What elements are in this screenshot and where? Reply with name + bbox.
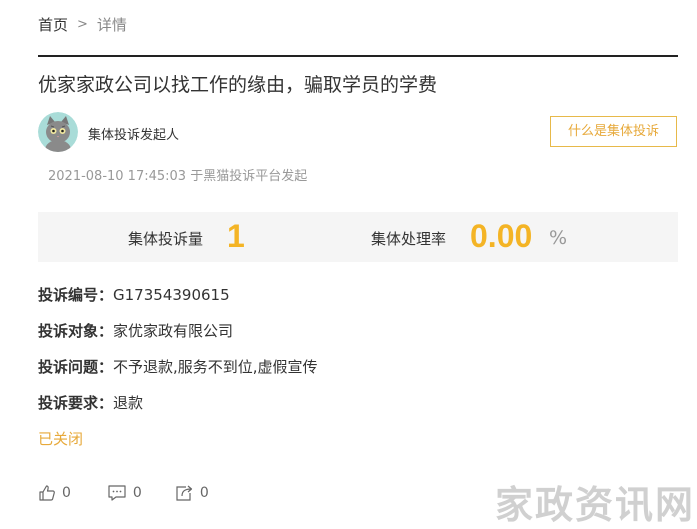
detail-complaint-id: 投诉编号：G17354390615 xyxy=(38,284,230,305)
watermark: 家政资讯网 xyxy=(494,483,695,527)
detail-value: G17354390615 xyxy=(113,286,230,304)
comment-button[interactable]: 0 xyxy=(107,484,142,502)
detail-key: 投诉问题： xyxy=(38,358,114,376)
detail-complaint-issue: 投诉问题：不予退款,服务不到位,虚假宣传 xyxy=(38,356,318,377)
detail-complaint-target: 投诉对象：家优家政有限公司 xyxy=(38,320,233,341)
comment-count: 0 xyxy=(132,485,142,501)
page-title: 优家家政公司以找工作的缘由，骗取学员的学费 xyxy=(38,74,438,96)
detail-complaint-demand: 投诉要求：退款 xyxy=(38,392,143,413)
breadcrumb-current: 详情 xyxy=(96,16,127,34)
handling-rate-unit: % xyxy=(549,227,568,249)
handling-rate-label: 集体处理率 xyxy=(371,230,447,248)
share-count: 0 xyxy=(199,485,209,501)
avatar xyxy=(38,112,78,152)
publish-meta: 2021-08-10 17:45:03 于黑猫投诉平台发起 xyxy=(48,169,308,184)
comment-icon xyxy=(108,485,126,501)
action-bar: 0 0 0 xyxy=(38,484,229,502)
title-divider xyxy=(38,55,678,57)
complaint-count-label: 集体投诉量 xyxy=(128,230,204,248)
complaint-count-value: 1 xyxy=(227,218,245,254)
breadcrumb-separator: > xyxy=(77,17,88,32)
detail-key: 投诉要求： xyxy=(38,394,114,412)
detail-key: 投诉编号： xyxy=(38,286,114,304)
cat-avatar-icon xyxy=(38,112,78,152)
detail-value: 退款 xyxy=(113,394,144,412)
thumb-up-icon xyxy=(39,485,55,501)
breadcrumb-home-link[interactable]: 首页 xyxy=(38,14,68,35)
detail-value[interactable]: 家优家政有限公司 xyxy=(113,322,233,340)
handling-rate-value: 0.00 xyxy=(470,218,533,254)
author-name[interactable]: 集体投诉发起人 xyxy=(88,124,179,143)
like-button[interactable]: 0 xyxy=(38,484,71,502)
stats-bar: 集体投诉量 1 集体处理率 0.00 % xyxy=(38,212,678,262)
status-badge: 已关闭 xyxy=(38,430,84,448)
breadcrumb: 首页 > 详情 xyxy=(38,14,127,35)
like-count: 0 xyxy=(62,485,71,501)
share-icon xyxy=(176,485,192,501)
share-button[interactable]: 0 xyxy=(174,484,209,502)
detail-value: 不予退款,服务不到位,虚假宣传 xyxy=(113,358,318,376)
detail-key: 投诉对象： xyxy=(38,322,114,340)
what-is-collective-complaint-button[interactable]: 什么是集体投诉 xyxy=(550,116,677,147)
